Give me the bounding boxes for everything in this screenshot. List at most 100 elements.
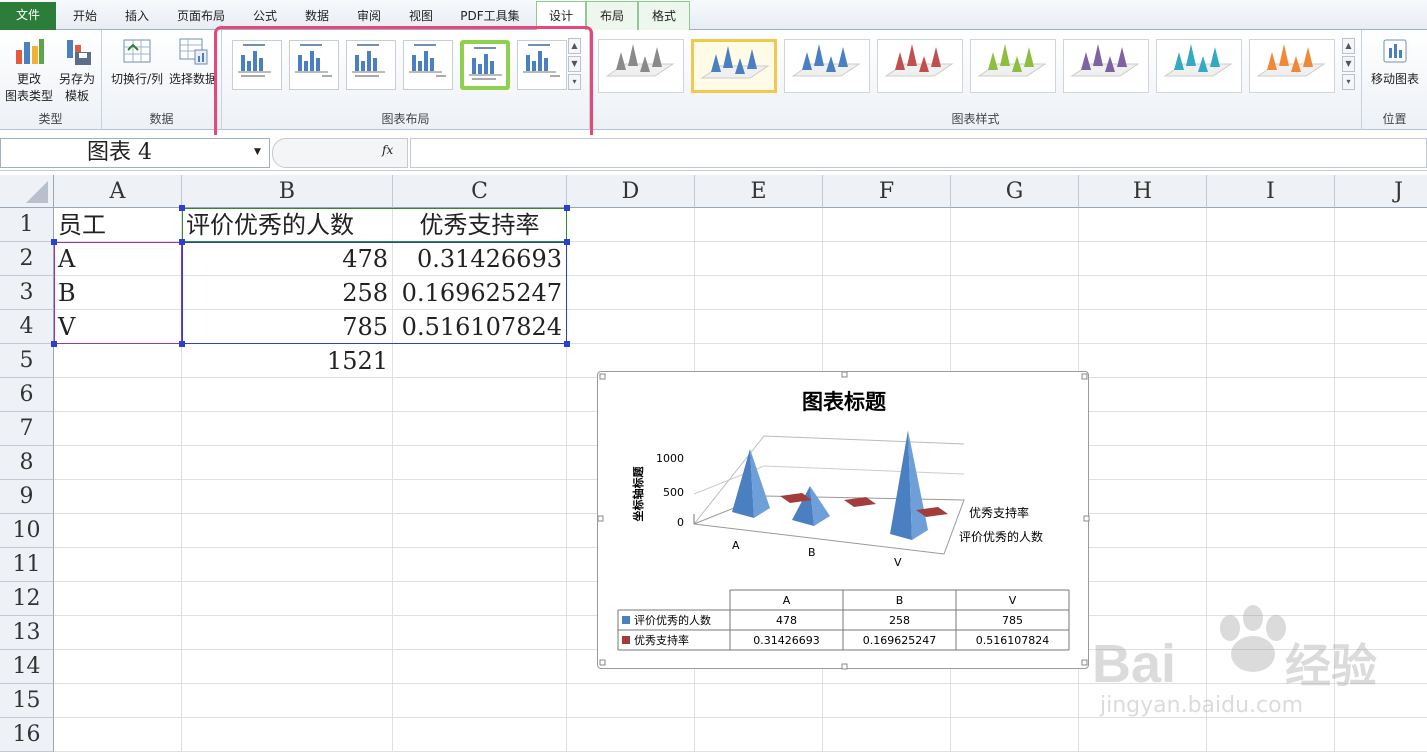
cell-B7[interactable]: [182, 412, 393, 446]
column-header-I[interactable]: I: [1207, 175, 1335, 208]
tab-format[interactable]: 格式: [638, 1, 690, 30]
cell-J11[interactable]: [1335, 548, 1427, 582]
column-header-G[interactable]: G: [951, 175, 1079, 208]
row-header-3[interactable]: 3: [0, 276, 54, 310]
tab-file[interactable]: 文件: [0, 2, 56, 30]
row-header-9[interactable]: 9: [0, 480, 54, 514]
row-header-10[interactable]: 10: [0, 514, 54, 548]
cell-C15[interactable]: [393, 684, 567, 718]
range-handle[interactable]: [564, 239, 570, 245]
column-header-A[interactable]: A: [54, 175, 182, 208]
embedded-chart[interactable]: 图表标题 坐标轴标题 1000 500 0 A B V 优秀支持率 评价优秀的人数 A B V 评价优秀的…: [597, 371, 1090, 670]
cell-A5[interactable]: [54, 344, 182, 378]
cell-B11[interactable]: [182, 548, 393, 582]
cell-G15[interactable]: [951, 684, 1079, 718]
row-header-8[interactable]: 8: [0, 446, 54, 480]
cell-J10[interactable]: [1335, 514, 1427, 548]
cell-H8[interactable]: [1079, 446, 1207, 480]
cell-A6[interactable]: [54, 378, 182, 412]
cell-C9[interactable]: [393, 480, 567, 514]
cell-E15[interactable]: [695, 684, 823, 718]
cell-C5[interactable]: [393, 344, 567, 378]
cell-F2[interactable]: [823, 242, 951, 276]
cell-B12[interactable]: [182, 582, 393, 616]
cell-D2[interactable]: [567, 242, 695, 276]
cell-B6[interactable]: [182, 378, 393, 412]
change-chart-type-button[interactable]: 更改 图表类型: [4, 36, 54, 105]
cell-A1[interactable]: 员工: [54, 208, 182, 242]
column-header-F[interactable]: F: [823, 175, 951, 208]
save-as-template-button[interactable]: 另存为 模板: [55, 36, 99, 105]
column-header-H[interactable]: H: [1079, 175, 1207, 208]
cell-B9[interactable]: [182, 480, 393, 514]
cell-A7[interactable]: [54, 412, 182, 446]
cell-B10[interactable]: [182, 514, 393, 548]
styles-scroll-down[interactable]: ▼: [1342, 56, 1355, 72]
cell-F3[interactable]: [823, 276, 951, 310]
tab-insert[interactable]: 插入: [114, 4, 160, 30]
cell-C12[interactable]: [393, 582, 567, 616]
cell-I2[interactable]: [1207, 242, 1335, 276]
cell-A13[interactable]: [54, 616, 182, 650]
cell-D16[interactable]: [567, 718, 695, 752]
range-handle[interactable]: [179, 205, 185, 211]
cell-C7[interactable]: [393, 412, 567, 446]
cell-H7[interactable]: [1079, 412, 1207, 446]
cell-J9[interactable]: [1335, 480, 1427, 514]
cell-G1[interactable]: [951, 208, 1079, 242]
cell-G2[interactable]: [951, 242, 1079, 276]
cell-I6[interactable]: [1207, 378, 1335, 412]
range-handle[interactable]: [51, 341, 57, 347]
cell-D1[interactable]: [567, 208, 695, 242]
cell-A11[interactable]: [54, 548, 182, 582]
cell-C13[interactable]: [393, 616, 567, 650]
range-handle[interactable]: [51, 239, 57, 245]
range-handle[interactable]: [179, 341, 185, 347]
cell-E16[interactable]: [695, 718, 823, 752]
cell-H4[interactable]: [1079, 310, 1207, 344]
select-data-button[interactable]: 选择数据: [166, 36, 220, 88]
row-header-15[interactable]: 15: [0, 684, 54, 718]
range-handle[interactable]: [179, 239, 185, 245]
cell-I3[interactable]: [1207, 276, 1335, 310]
cell-A10[interactable]: [54, 514, 182, 548]
cell-E4[interactable]: [695, 310, 823, 344]
chart-style-5[interactable]: [970, 39, 1056, 93]
row-header-1[interactable]: 1: [0, 208, 54, 242]
cell-I9[interactable]: [1207, 480, 1335, 514]
cell-B15[interactable]: [182, 684, 393, 718]
cell-D3[interactable]: [567, 276, 695, 310]
cell-F15[interactable]: [823, 684, 951, 718]
row-header-14[interactable]: 14: [0, 650, 54, 684]
column-header-D[interactable]: D: [567, 175, 695, 208]
cell-A16[interactable]: [54, 718, 182, 752]
cell-B16[interactable]: [182, 718, 393, 752]
cell-E3[interactable]: [695, 276, 823, 310]
cell-D4[interactable]: [567, 310, 695, 344]
cell-C8[interactable]: [393, 446, 567, 480]
cell-C16[interactable]: [393, 718, 567, 752]
cell-F1[interactable]: [823, 208, 951, 242]
cell-A8[interactable]: [54, 446, 182, 480]
cell-H11[interactable]: [1079, 548, 1207, 582]
cell-I4[interactable]: [1207, 310, 1335, 344]
select-all-corner[interactable]: [0, 175, 54, 208]
range-handle[interactable]: [564, 341, 570, 347]
cell-A15[interactable]: [54, 684, 182, 718]
chart-style-2[interactable]: [691, 39, 777, 93]
cell-H1[interactable]: [1079, 208, 1207, 242]
row-header-16[interactable]: 16: [0, 718, 54, 752]
cell-G16[interactable]: [951, 718, 1079, 752]
chart-style-3[interactable]: [784, 39, 870, 93]
cell-H3[interactable]: [1079, 276, 1207, 310]
cell-I11[interactable]: [1207, 548, 1335, 582]
cell-F4[interactable]: [823, 310, 951, 344]
cell-G4[interactable]: [951, 310, 1079, 344]
cell-J16[interactable]: [1335, 718, 1427, 752]
row-header-13[interactable]: 13: [0, 616, 54, 650]
chart-style-8[interactable]: [1249, 39, 1335, 93]
cell-H16[interactable]: [1079, 718, 1207, 752]
cell-A14[interactable]: [54, 650, 182, 684]
cell-I16[interactable]: [1207, 718, 1335, 752]
cell-B13[interactable]: [182, 616, 393, 650]
